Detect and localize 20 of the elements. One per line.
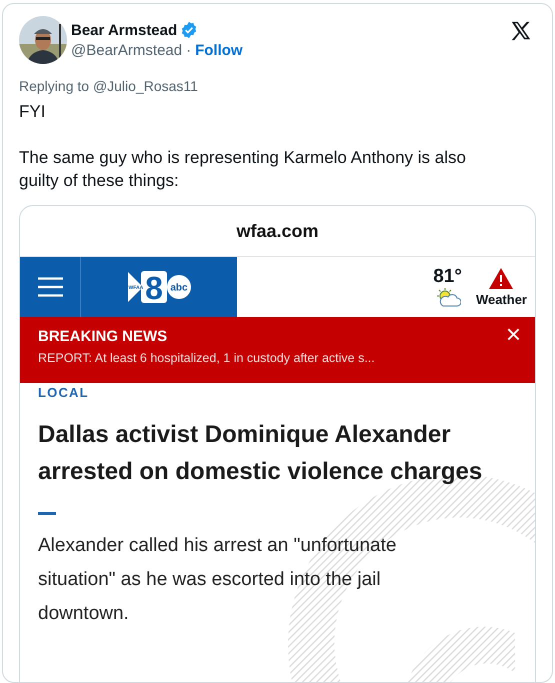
temperature: 81° — [433, 266, 462, 288]
x-logo-icon[interactable] — [510, 20, 532, 42]
breaking-news-banner[interactable]: BREAKING NEWS REPORT: At least 6 hospitalized, 1 in custody after active s... × — [20, 317, 535, 383]
author-handle[interactable]: @BearArmstead — [71, 42, 182, 59]
menu-icon[interactable] — [38, 277, 63, 297]
tweet-text: The same guy who is representing Karmelo Anthony is also guilty of these things: — [19, 147, 467, 192]
tweet-text: FYI — [19, 101, 46, 123]
banner-title: BREAKING NEWS — [38, 328, 168, 345]
article-headline: Dallas activist Dominique Alexander arrested on domestic violence charges — [38, 420, 484, 487]
separator: · — [186, 42, 192, 59]
weather-link[interactable]: Weather — [476, 292, 527, 306]
follow-link[interactable]: Follow — [195, 42, 243, 59]
author-name[interactable]: Bear Armstead — [71, 22, 178, 38]
banner-text: REPORT: At least 6 hospitalized, 1 in custody after active s... — [38, 351, 375, 365]
replying-to-text: Replying to @Julio_Rosas11 — [19, 78, 199, 94]
warning-icon — [489, 268, 514, 288]
partly-cloudy-icon — [434, 288, 461, 308]
close-button[interactable]: × — [500, 319, 527, 349]
article-summary: Alexander called his arrest an "unfortunate situation" as he was escorted into the jail downtown. — [38, 534, 398, 626]
section-label[interactable]: LOCAL — [38, 385, 517, 400]
